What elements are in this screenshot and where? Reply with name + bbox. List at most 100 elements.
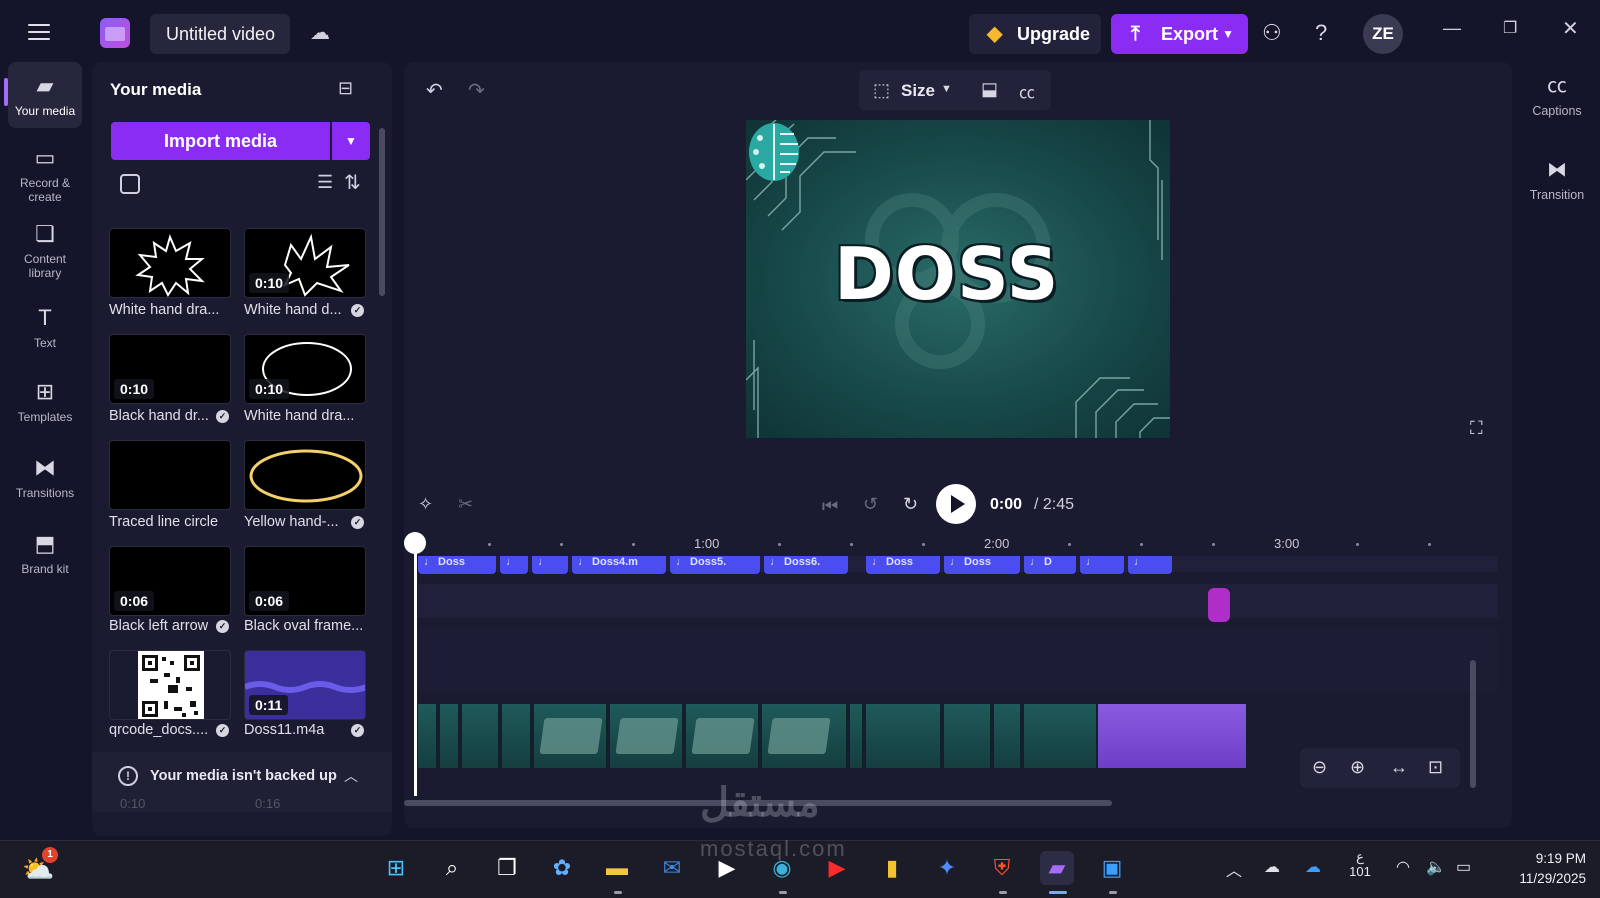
avatar[interactable]: ZE xyxy=(1363,14,1403,54)
timeline-view-icon[interactable]: ⊡ xyxy=(1428,757,1443,778)
start-icon[interactable]: ⊞ xyxy=(379,851,413,885)
media-tile[interactable] xyxy=(109,650,231,720)
power-bi-icon[interactable]: ▮ xyxy=(875,851,909,885)
cloud-icon[interactable]: ☁ xyxy=(1264,857,1280,877)
audio-clip[interactable]: ♩ xyxy=(500,556,528,574)
video-clip[interactable] xyxy=(440,704,460,768)
audio-clip[interactable]: ♩ xyxy=(1128,556,1172,574)
video-clip[interactable] xyxy=(686,704,760,768)
audio-clip[interactable]: ♩ Doss xyxy=(944,556,1020,574)
skip-to-start-icon[interactable]: ⏮ xyxy=(822,496,838,517)
export-button[interactable]: ⤒ Export ▼ xyxy=(1111,14,1248,54)
timeline-vertical-scrollbar[interactable] xyxy=(1470,660,1476,788)
media-tile[interactable] xyxy=(109,228,231,298)
zoom-in-icon[interactable]: ⊕ xyxy=(1350,757,1365,778)
media-tile[interactable]: 0:11 xyxy=(244,650,366,720)
video-clip[interactable] xyxy=(534,704,608,768)
close-icon[interactable]: ✕ xyxy=(1562,16,1579,41)
media-tile[interactable]: 0:10 xyxy=(244,228,366,298)
playhead[interactable] xyxy=(414,544,417,796)
nav-text[interactable]: T Text xyxy=(8,306,82,351)
audio-clip[interactable]: ♩ xyxy=(1080,556,1124,574)
chevron-up-icon[interactable]: ︿ xyxy=(344,766,358,786)
file-explorer-icon[interactable]: ▬ xyxy=(600,851,634,885)
import-dropdown-button[interactable]: ▼ xyxy=(332,122,370,160)
video-clip-selected[interactable] xyxy=(1098,704,1248,768)
video-clip[interactable] xyxy=(1024,704,1098,768)
zoom-out-icon[interactable]: ⊖ xyxy=(1312,757,1327,778)
video-clip[interactable] xyxy=(418,704,438,768)
search-icon[interactable]: ⌕ xyxy=(435,851,469,885)
nav-record-create[interactable]: ▭ Record & create xyxy=(8,146,82,205)
project-title-field[interactable]: Untitled video xyxy=(150,14,290,54)
minimize-icon[interactable]: — xyxy=(1443,18,1461,39)
outlook-icon[interactable]: ✉ xyxy=(655,851,689,885)
media-tile[interactable]: 0:06 xyxy=(244,546,366,616)
video-clip[interactable] xyxy=(502,704,532,768)
share-icon[interactable]: ⚇ xyxy=(1262,20,1282,46)
nav-templates[interactable]: ⊞ Templates xyxy=(8,380,82,425)
photos-icon[interactable]: ▣ xyxy=(1095,851,1129,885)
media-tile[interactable] xyxy=(244,440,366,510)
language-indicator[interactable]: ع 101 xyxy=(1348,849,1372,879)
battery-icon[interactable]: ▭ xyxy=(1456,857,1471,877)
audio-clip[interactable]: ♩ D xyxy=(1024,556,1076,574)
nav-your-media[interactable]: ▰ Your media xyxy=(4,62,82,128)
wifi-icon[interactable]: ◠ xyxy=(1396,857,1410,877)
nav-content-library[interactable]: ❏ Content library xyxy=(8,222,82,281)
media-tile[interactable]: 0:10 xyxy=(109,334,231,404)
gemini-icon[interactable]: ✦ xyxy=(930,851,964,885)
task-view-icon[interactable]: ❐ xyxy=(490,851,524,885)
video-preview[interactable]: DOSS xyxy=(746,120,1170,438)
audio-clip[interactable]: ♩ Doss5. xyxy=(670,556,760,574)
audio-clip[interactable]: ♩ Doss6. xyxy=(764,556,848,574)
sort-icon[interactable]: ⇅ xyxy=(344,170,361,195)
video-clip[interactable] xyxy=(994,704,1022,768)
magic-icon[interactable]: ✧ xyxy=(418,494,433,515)
video-clip[interactable] xyxy=(866,704,942,768)
undo-icon[interactable]: ↶ xyxy=(426,78,443,103)
audio-clip[interactable]: ♩ Doss xyxy=(418,556,496,574)
media-scrollbar[interactable] xyxy=(379,128,385,296)
audio-clip[interactable]: ♩ Doss4.m xyxy=(572,556,666,574)
forward-5-icon[interactable]: ↻ xyxy=(903,494,918,515)
copilot-icon[interactable]: ✿ xyxy=(545,851,579,885)
fullscreen-icon[interactable]: ⛶ xyxy=(1470,418,1483,439)
video-clip[interactable] xyxy=(762,704,848,768)
video-clip[interactable] xyxy=(944,704,992,768)
nav-transitions[interactable]: ⧓ Transitions xyxy=(8,456,82,501)
help-icon[interactable]: ? xyxy=(1315,20,1327,46)
rewind-5-icon[interactable]: ↺ xyxy=(863,494,878,515)
collapse-panel-icon[interactable]: ⊟ xyxy=(338,78,353,99)
timeline-ruler[interactable]: 1:00 2:00 3:00 xyxy=(404,532,1512,556)
select-all-checkbox[interactable] xyxy=(120,174,140,194)
import-media-button[interactable]: Import media xyxy=(111,122,330,160)
rail-transition[interactable]: ⧓ Transition xyxy=(1520,158,1594,202)
menu-icon[interactable] xyxy=(28,24,50,40)
redo-icon[interactable]: ↷ xyxy=(468,78,485,103)
chevron-up-icon[interactable]: ︿ xyxy=(1226,857,1242,881)
nav-brand-kit[interactable]: ⬒ Brand kit xyxy=(8,532,82,577)
brave-icon[interactable]: ⛨ xyxy=(985,851,1019,885)
aspect-ratio-icon[interactable]: ⬚ xyxy=(873,80,890,101)
video-clip[interactable] xyxy=(850,704,864,768)
overlay-clip[interactable] xyxy=(1208,588,1230,622)
cloud-off-icon[interactable]: ☁ xyxy=(310,20,338,46)
backup-notice[interactable]: ! Your media isn't backed up ︿ 0:10 0:16 xyxy=(92,752,392,812)
rail-captions[interactable]: ㏄ Captions xyxy=(1520,74,1594,118)
fit-timeline-icon[interactable]: ↔ xyxy=(1390,757,1408,778)
background-icon[interactable]: ⬓ xyxy=(981,79,998,100)
split-icon[interactable]: ✂ xyxy=(458,494,473,515)
size-button[interactable]: Size xyxy=(901,81,935,101)
video-clip[interactable] xyxy=(610,704,684,768)
media-tile[interactable] xyxy=(109,440,231,510)
onedrive-icon[interactable]: ☁ xyxy=(1305,857,1321,877)
media-tile[interactable]: 0:06 xyxy=(109,546,231,616)
audio-clip[interactable]: ♩ xyxy=(532,556,568,574)
audio-clip[interactable]: ♩ Doss xyxy=(866,556,940,574)
system-clock[interactable]: 9:19 PM 11/29/2025 xyxy=(1490,849,1586,889)
clipchamp-taskbar-icon[interactable]: ▰ xyxy=(1040,851,1074,885)
restore-icon[interactable]: ❐ xyxy=(1503,18,1517,38)
upgrade-button[interactable]: ◆ Upgrade xyxy=(969,14,1101,54)
playhead-handle[interactable] xyxy=(404,532,426,554)
